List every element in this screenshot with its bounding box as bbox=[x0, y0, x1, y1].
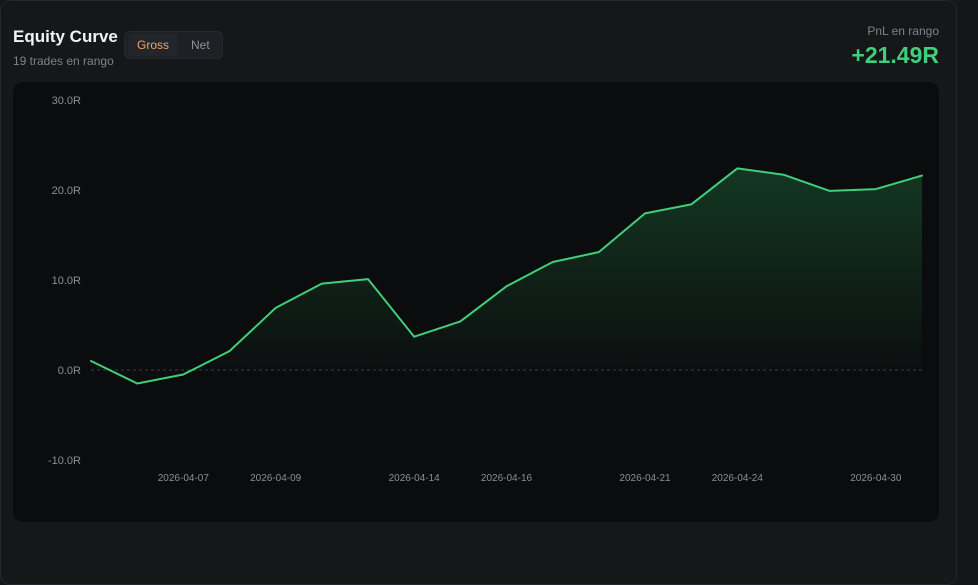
gross-toggle-button[interactable]: Gross bbox=[128, 34, 179, 56]
x-tick-label: 2026-04-24 bbox=[712, 473, 764, 484]
y-tick-label: 20.0R bbox=[52, 185, 81, 197]
equity-point[interactable] bbox=[872, 185, 880, 193]
net-toggle-button[interactable]: Net bbox=[182, 34, 219, 56]
pnl-label: PnL en rango bbox=[867, 24, 939, 38]
x-tick-label: 2026-04-07 bbox=[158, 473, 210, 484]
equity-chart: 30.0R 20.0R 10.0R 0.0R -10.0R 2026-04-07 2026… bbox=[48, 95, 926, 484]
y-tick-label: 30.0R bbox=[52, 95, 81, 107]
equity-point[interactable] bbox=[87, 357, 95, 365]
equity-point[interactable] bbox=[318, 280, 326, 288]
x-tick-label: 2026-04-30 bbox=[850, 473, 902, 484]
y-tick-label: -10.0R bbox=[48, 455, 81, 467]
chart-panel: 30.0R 20.0R 10.0R 0.0R -10.0R 2026-04-07 2026… bbox=[13, 82, 939, 522]
equity-point[interactable] bbox=[456, 317, 464, 325]
y-tick-label: 0.0R bbox=[58, 365, 81, 377]
equity-point[interactable] bbox=[272, 304, 280, 312]
card-title: Equity Curve bbox=[13, 27, 118, 46]
x-tick-label: 2026-04-09 bbox=[250, 473, 302, 484]
equity-point[interactable] bbox=[826, 187, 834, 195]
equity-point[interactable] bbox=[410, 333, 418, 341]
x-tick-label: 2026-04-14 bbox=[389, 473, 441, 484]
equity-curve-card: Equity Curve 19 trades en rango Gross Ne… bbox=[0, 0, 957, 585]
equity-point[interactable] bbox=[780, 171, 788, 179]
x-tick-label: 2026-04-21 bbox=[619, 473, 671, 484]
equity-area-fill bbox=[91, 168, 922, 384]
x-tick-label: 2026-04-16 bbox=[481, 473, 533, 484]
gross-net-toggle: Gross Net bbox=[124, 31, 223, 59]
pnl-value: +21.49R bbox=[851, 42, 939, 68]
trade-count-subtitle: 19 trades en rango bbox=[13, 54, 114, 68]
equity-point[interactable] bbox=[687, 200, 695, 208]
equity-point[interactable] bbox=[549, 258, 557, 266]
equity-point[interactable] bbox=[918, 172, 926, 180]
equity-point[interactable] bbox=[503, 282, 511, 290]
equity-point[interactable] bbox=[641, 209, 649, 217]
equity-point[interactable] bbox=[133, 380, 141, 388]
y-tick-label: 10.0R bbox=[52, 275, 81, 287]
equity-point[interactable] bbox=[179, 371, 187, 379]
equity-point[interactable] bbox=[595, 248, 603, 256]
equity-point[interactable] bbox=[226, 347, 234, 355]
equity-point[interactable] bbox=[364, 275, 372, 283]
equity-point[interactable] bbox=[733, 164, 741, 172]
